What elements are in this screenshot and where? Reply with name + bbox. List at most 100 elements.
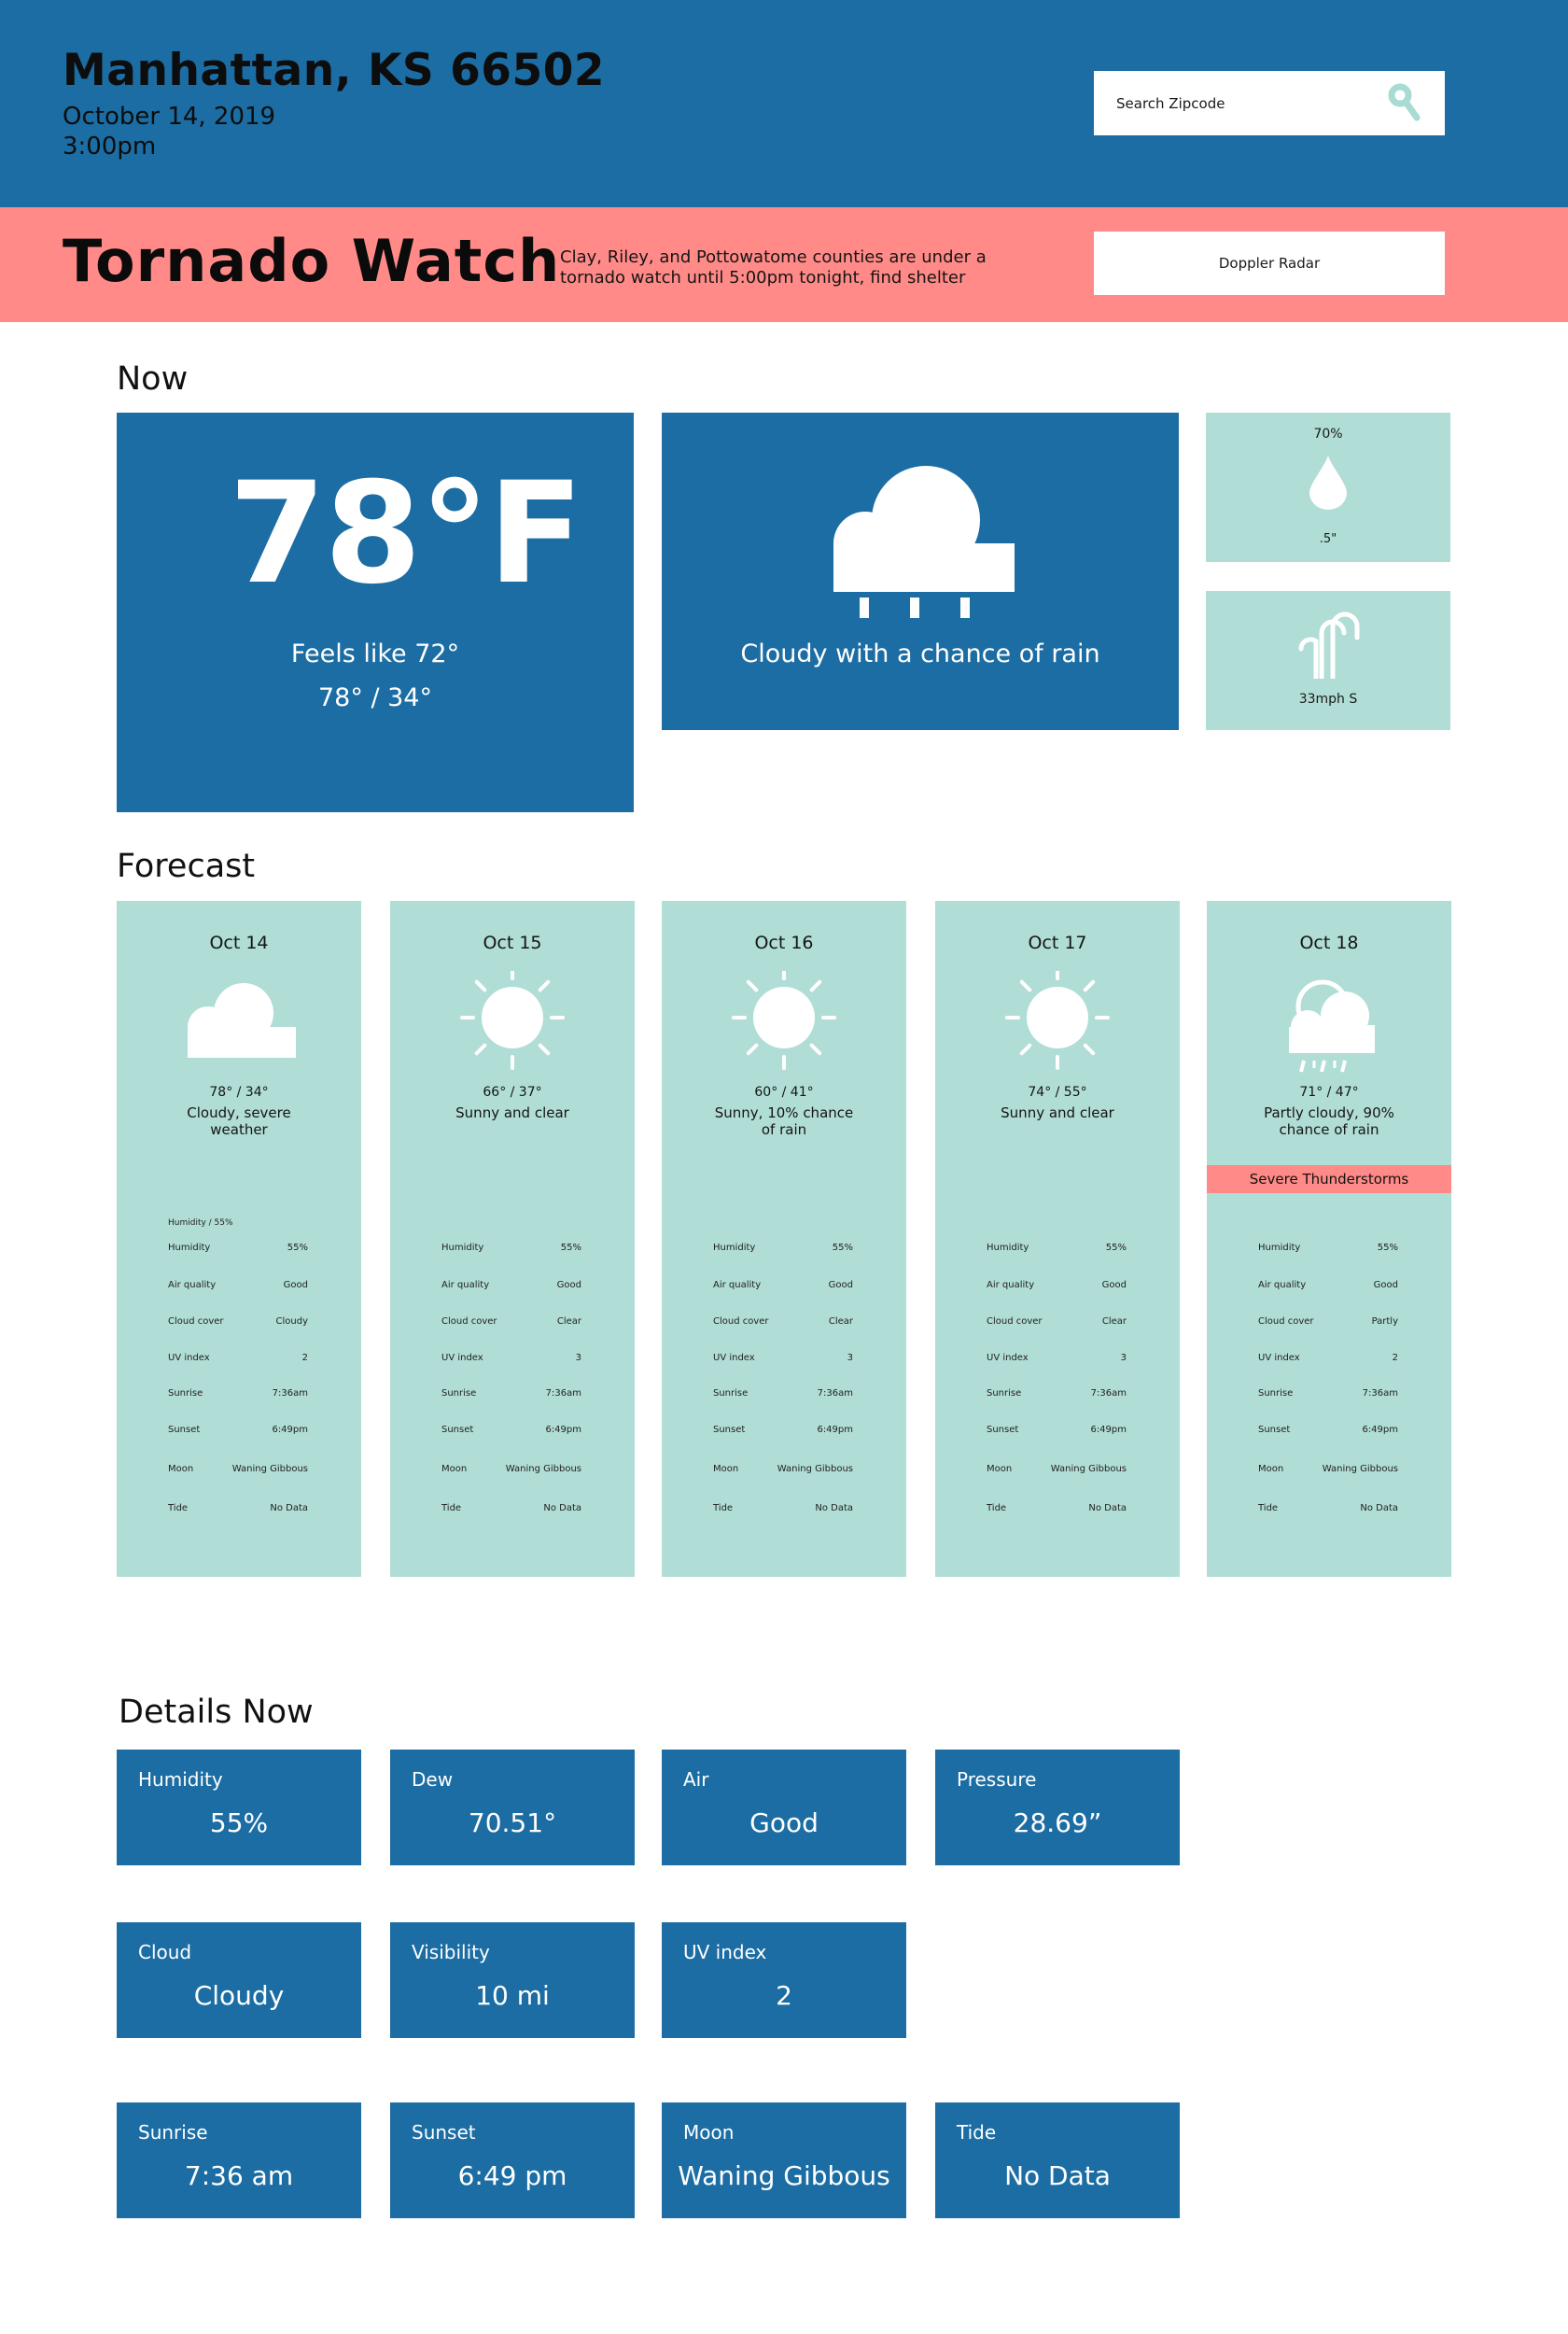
detail-value: 6:49 pm (457, 2160, 567, 2191)
forecast-detail-row: Tide No Data (987, 1503, 1127, 1513)
forecast-day-oct-17[interactable]: Oct 17 74° / 55° Sunny and clear Humidity … (935, 901, 1180, 1577)
forecast-detail-row: Cloud cover Cloudy (168, 1316, 308, 1327)
forecast-section-title: Forecast (117, 848, 256, 885)
current-temperature: 78°F (229, 453, 583, 615)
forecast-detail-label: Tide (1258, 1503, 1279, 1513)
forecast-date: Oct 15 (483, 933, 542, 953)
forecast-detail-value: 55% (287, 1243, 308, 1253)
forecast-detail-row: Cloud cover Clear (987, 1316, 1127, 1327)
zipcode-search-input[interactable] (1094, 71, 1374, 135)
forecast-detail-value: 3 (1120, 1353, 1127, 1363)
detail-label: Humidity (138, 1768, 223, 1791)
forecast-detail-row: Humidity 55% (713, 1243, 853, 1253)
forecast-detail-value: 3 (847, 1353, 853, 1363)
cloud-icon (188, 983, 296, 1058)
forecast-detail-value: 3 (575, 1353, 581, 1363)
forecast-detail-row: UV index 3 (713, 1353, 853, 1363)
alert-message: Clay, Riley, and Pottowatome counties ar… (560, 247, 987, 288)
forecast-detail-label: Moon (168, 1464, 194, 1474)
forecast-detail-row: Air quality Good (441, 1280, 581, 1290)
forecast-detail-row: Sunrise 7:36am (441, 1388, 581, 1399)
forecast-detail-value: Good (1373, 1280, 1398, 1290)
forecast-detail-row: Moon Waning Gibbous (168, 1464, 308, 1474)
forecast-description: Sunny and clear (1001, 1104, 1114, 1121)
forecast-description: Sunny and clear (455, 1104, 569, 1121)
forecast-day-oct-16[interactable]: Oct 16 60° / 41° Sunny, 10% chance of rain… (662, 901, 906, 1577)
forecast-detail-value: 7:36am (272, 1388, 308, 1399)
forecast-detail-value: No Data (1088, 1503, 1127, 1513)
forecast-day-oct-15[interactable]: Oct 15 66° / 37° Sunny and clear Humidity … (390, 901, 635, 1577)
detail-label: Dew (412, 1768, 454, 1791)
forecast-date: Oct 18 (1299, 933, 1359, 953)
forecast-detail-value: 55% (560, 1243, 581, 1253)
location-title: Manhattan, KS 66502 (63, 45, 606, 96)
detail-value: No Data (1004, 2160, 1111, 2191)
forecast-day-oct-18[interactable]: Oct 18 71° / 47° Partly cloudy, 90% chanc… (1207, 901, 1451, 1577)
details-section-title: Details Now (119, 1694, 314, 1731)
forecast-detail-row: Tide No Data (1258, 1503, 1398, 1513)
forecast-detail-label: Sunrise (987, 1388, 1022, 1399)
forecast-detail-value: No Data (815, 1503, 853, 1513)
forecast-detail-label: Humidity (713, 1243, 756, 1253)
forecast-detail-label: Humidity (441, 1243, 484, 1253)
forecast-detail-label: Sunset (987, 1425, 1019, 1435)
detail-label: Tide (957, 2121, 997, 2144)
forecast-day-oct-14[interactable]: Oct 14 78° / 34° Cloudy, severe weather Hu… (117, 901, 361, 1577)
forecast-detail-value: No Data (543, 1503, 581, 1513)
forecast-detail-label: Cloud cover (441, 1316, 497, 1327)
forecast-hi-lo: 60° / 41° (754, 1085, 814, 1100)
forecast-date: Oct 14 (209, 933, 269, 953)
detail-label: Pressure (957, 1768, 1037, 1791)
detail-label: Cloud (138, 1941, 192, 1963)
wind-panel: 33mph S (1206, 591, 1450, 730)
forecast-detail-row: Moon Waning Gibbous (713, 1464, 853, 1474)
forecast-detail-row: Sunrise 7:36am (987, 1388, 1127, 1399)
detail-card-pressure: Pressure 28.69” (935, 1750, 1180, 1865)
forecast-detail-label: UV index (987, 1353, 1029, 1363)
detail-value: 28.69” (1013, 1807, 1102, 1838)
forecast-humidity-summary: Humidity / 55% (168, 1218, 233, 1228)
forecast-detail-label: Cloud cover (987, 1316, 1043, 1327)
forecast-detail-row: Sunset 6:49pm (168, 1425, 308, 1435)
forecast-detail-row: UV index 3 (441, 1353, 581, 1363)
forecast-alert-badge: Severe Thunderstorms (1207, 1165, 1451, 1193)
rain-cloud-icon (833, 466, 1015, 618)
forecast-detail-row: Moon Waning Gibbous (441, 1464, 581, 1474)
forecast-detail-label: Cloud cover (713, 1316, 769, 1327)
forecast-detail-value: Waning Gibbous (777, 1464, 853, 1474)
detail-label: Sunrise (138, 2121, 208, 2144)
search-icon[interactable] (1387, 82, 1424, 123)
forecast-detail-label: Tide (713, 1503, 734, 1513)
forecast-detail-label: Moon (1258, 1464, 1284, 1474)
sun-icon (1005, 971, 1110, 1070)
forecast-detail-label: Tide (168, 1503, 189, 1513)
forecast-detail-label: Sunrise (168, 1388, 203, 1399)
detail-label: Sunset (412, 2121, 476, 2144)
forecast-detail-row: Air quality Good (1258, 1280, 1398, 1290)
detail-value: Cloudy (193, 1980, 285, 2011)
zipcode-search (1094, 71, 1445, 135)
doppler-radar-button[interactable]: Doppler Radar (1094, 232, 1445, 295)
forecast-detail-row: Humidity 55% (168, 1243, 308, 1253)
detail-label: Air (683, 1768, 709, 1791)
forecast-hi-lo: 66° / 37° (483, 1085, 542, 1100)
high-low: 78° / 34° (318, 683, 432, 712)
raindrop-icon (1309, 456, 1347, 510)
forecast-detail-row: Humidity 55% (441, 1243, 581, 1253)
forecast-detail-label: Sunset (168, 1425, 201, 1435)
forecast-detail-label: UV index (441, 1353, 483, 1363)
forecast-detail-row: Humidity 55% (987, 1243, 1127, 1253)
forecast-detail-row: Sunrise 7:36am (1258, 1388, 1398, 1399)
forecast-detail-value: 55% (1105, 1243, 1127, 1253)
forecast-detail-label: Sunrise (713, 1388, 749, 1399)
detail-card-cloud: Cloud Cloudy (117, 1922, 361, 2038)
forecast-detail-value: Waning Gibbous (505, 1464, 581, 1474)
forecast-detail-label: Sunset (1258, 1425, 1291, 1435)
sun-icon (460, 971, 565, 1070)
detail-label: Moon (683, 2121, 735, 2144)
detail-card-sunset: Sunset 6:49 pm (390, 2102, 635, 2218)
detail-value: 7:36 am (184, 2160, 294, 2191)
forecast-detail-label: Air quality (1258, 1280, 1307, 1290)
forecast-detail-row: Sunrise 7:36am (168, 1388, 308, 1399)
forecast-detail-label: Tide (441, 1503, 462, 1513)
